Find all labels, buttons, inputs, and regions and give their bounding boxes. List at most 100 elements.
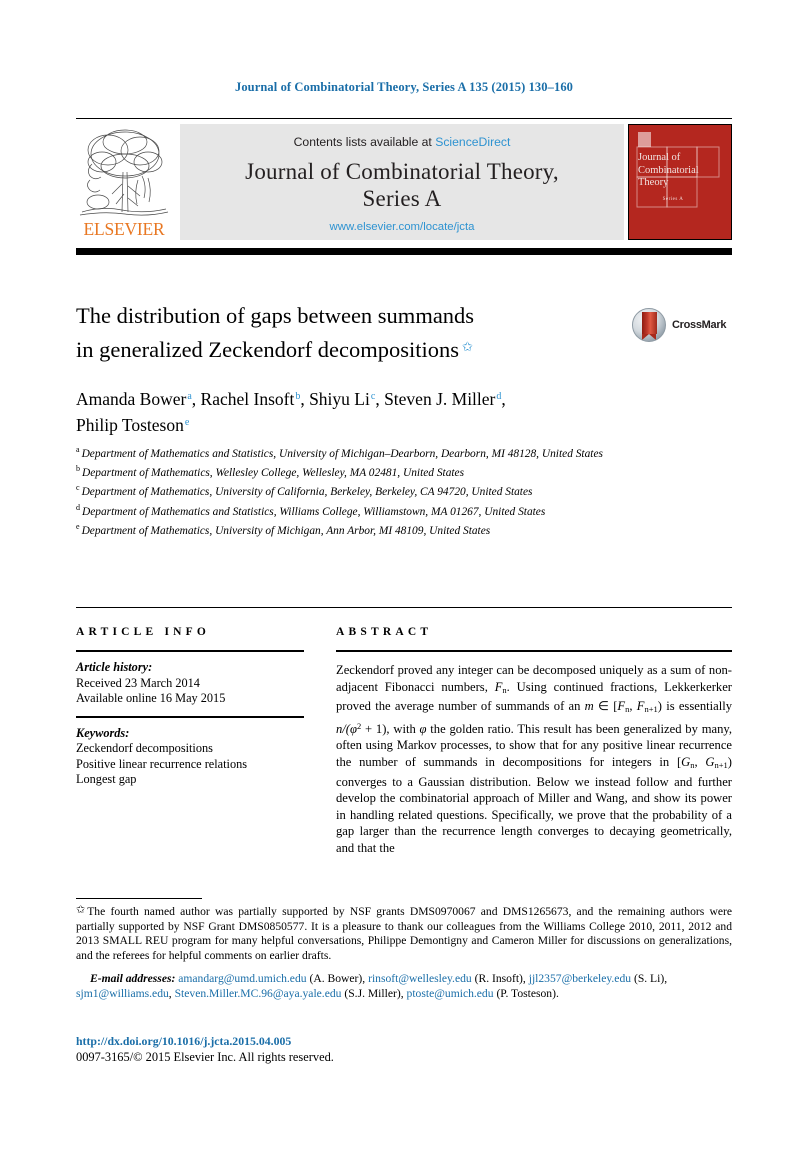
email-link[interactable]: amandarg@umd.umich.edu [178, 972, 306, 985]
formula-expression: n/(φ [336, 721, 357, 736]
author-name[interactable]: Amanda Bower [76, 389, 186, 409]
info-section-rule [76, 607, 732, 608]
crossmark-ribbon-icon [642, 312, 657, 340]
funding-footnote: ✩ The fourth named author was partially s… [76, 903, 732, 963]
email-owner: (S. Li), [633, 972, 668, 985]
author-sep: , [191, 389, 201, 409]
email-link[interactable]: ptoste@umich.edu [407, 987, 494, 1000]
affiliation-list: a Department of Mathematics and Statistic… [76, 443, 686, 539]
paper-first-page: Journal of Combinatorial Theory, Series … [0, 0, 808, 1162]
email-link[interactable]: Steven.Miller.MC.96@aya.yale.edu [175, 987, 342, 1000]
interval2-end-symbol: G [705, 754, 715, 769]
author-list: Amanda Bowera, Rachel Insoftb, Shiyu Lic… [76, 385, 696, 437]
author-sep: , [375, 389, 385, 409]
email-owner: (A. Bower), [309, 972, 366, 985]
email-owner: (P. Tosteson). [496, 987, 559, 1001]
affiliation-text: Department of Mathematics and Statistics… [81, 448, 603, 460]
keyword-item: Longest gap [76, 772, 137, 786]
article-info-column: ARTICLE INFO Article history: Received 2… [76, 626, 304, 788]
banner-center: Contents lists available at ScienceDirec… [180, 124, 624, 240]
journal-url-link[interactable]: www.elsevier.com/locate/jcta [180, 221, 624, 233]
crossmark-label: CrossMark [672, 319, 727, 331]
interval2-end-subscript: n+1 [714, 759, 728, 770]
author-name[interactable]: Philip Tosteson [76, 415, 184, 435]
doi-link[interactable]: http://dx.doi.org/10.1016/j.jcta.2015.04… [76, 1034, 732, 1049]
formula-tail: + 1) [361, 721, 387, 736]
journal-title: Journal of Combinatorial Theory, Series … [180, 158, 624, 212]
article-received-date: Received 23 March 2014 [76, 675, 200, 690]
article-available-online-date: Available online 16 May 2015 [76, 691, 226, 705]
copyright-line: 0097-3165/© 2015 Elsevier Inc. All right… [76, 1050, 334, 1064]
author-affiliation-marker[interactable]: e [185, 417, 189, 428]
elsevier-tree-icon [78, 124, 170, 220]
crossmark-circle-icon [632, 308, 666, 342]
article-info-heading: ARTICLE INFO [76, 626, 211, 638]
affiliation-item: b Department of Mathematics, Wellesley Co… [76, 462, 686, 480]
abstract-rule [336, 650, 732, 652]
abstract-column: ABSTRACT Zeckendorf proved any integer c… [336, 626, 732, 857]
journal-title-line2: Series A [362, 186, 442, 211]
affiliation-item: a Department of Mathematics and Statistic… [76, 443, 686, 461]
affiliation-marker: c [76, 483, 80, 493]
header-top-rule [76, 118, 732, 119]
abstract-part: converges to a Gaussian distribution. Be… [336, 774, 732, 855]
author-name[interactable]: Rachel Insoft [201, 389, 295, 409]
cover-series: Series A [662, 197, 684, 202]
author-name[interactable]: Steven J. Miller [384, 389, 495, 409]
author-name[interactable]: Shiyu Li [309, 389, 370, 409]
abstract-part: is essentially [666, 699, 733, 714]
email-owner: , [168, 987, 172, 1001]
abstract-heading: ABSTRACT [336, 626, 433, 638]
contents-prefix: Contents lists available at [293, 135, 432, 149]
affiliation-marker: e [76, 521, 80, 531]
journal-title-line1: Journal of Combinatorial Theory, [245, 159, 559, 184]
affiliation-marker: a [76, 445, 80, 454]
running-head: Journal of Combinatorial Theory, Series … [234, 80, 574, 94]
title-footnote-marker[interactable]: ✩ [462, 339, 473, 354]
affiliation-item: e Department of Mathematics, University o… [76, 520, 686, 538]
affiliation-item: d Department of Mathematics and Statistic… [76, 501, 686, 519]
journal-banner: ELSEVIER Contents lists available at Sci… [76, 124, 732, 240]
page-title: The distribution of gaps between summand… [76, 300, 596, 365]
email-link[interactable]: sjm1@williams.edu [76, 987, 169, 1000]
footnote-text: The fourth named author was partially su… [76, 905, 732, 962]
interval-end-subscript: n+1 [644, 704, 658, 715]
affiliation-text: Department of Mathematics, Wellesley Col… [82, 467, 465, 480]
crossmark-badge[interactable]: CrossMark [632, 306, 732, 346]
sciencedirect-link[interactable]: ScienceDirect [435, 135, 510, 149]
title-line2: in generalized Zeckendorf decompositions [76, 337, 459, 362]
interval-separator: , [629, 699, 637, 714]
header-thick-rule [76, 248, 732, 255]
title-line1: The distribution of gaps between summand… [76, 303, 475, 328]
cover-title: Journal of Combinatorial Theory [638, 152, 699, 188]
abstract-part: , with [386, 721, 420, 736]
interval2-start-symbol: G [681, 754, 691, 769]
interval-close: ) [657, 699, 667, 714]
author-sep: , [300, 389, 310, 409]
journal-cover-thumbnail[interactable]: Journal of Combinatorial Theory Series A [628, 124, 732, 240]
email-link[interactable]: rinsoft@wellesley.edu [368, 972, 472, 985]
keywords-label: Keywords: [76, 725, 130, 740]
affiliation-text: Department of Mathematics, University of… [81, 486, 533, 499]
footnote-rule [76, 898, 202, 899]
email-owner: (S.J. Miller), [344, 987, 404, 1001]
author-sep: , [501, 389, 506, 409]
keyword-item: Zeckendorf decompositions [76, 741, 213, 755]
m-symbol: m [584, 699, 594, 714]
affiliation-text: Department of Mathematics and Statistics… [82, 505, 546, 518]
footnote-marker: ✩ [76, 904, 86, 916]
article-history-label: Article history: [76, 660, 153, 674]
email-link[interactable]: jjl2357@berkeley.edu [529, 972, 631, 985]
elsevier-wordmark: ELSEVIER [83, 219, 165, 239]
email-addresses: E-mail addresses: amandarg@umd.umich.edu… [76, 971, 732, 1002]
interval-start-symbol: F [617, 699, 626, 714]
elsevier-logo: ELSEVIER [76, 124, 172, 240]
article-info-rule-top [76, 650, 304, 652]
cover-elsevier-mark [638, 132, 651, 147]
affiliation-item: c Department of Mathematics, University o… [76, 481, 686, 499]
abstract-text: Zeckendorf proved any integer can be dec… [336, 662, 732, 857]
membership-symbol: ∈ [ [593, 699, 618, 714]
contents-available-line: Contents lists available at ScienceDirec… [180, 135, 624, 149]
phi-symbol: φ [419, 721, 427, 736]
affiliation-marker: b [76, 464, 80, 474]
